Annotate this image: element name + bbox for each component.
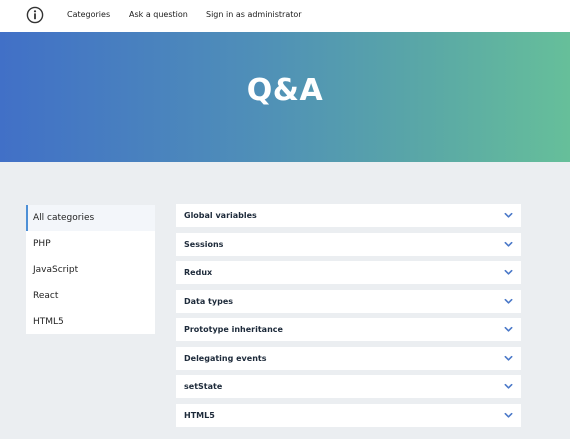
chevron-down-icon[interactable]	[504, 354, 513, 363]
chevron-down-icon[interactable]	[504, 382, 513, 391]
sidebar-item-html5[interactable]: HTML5	[26, 309, 155, 335]
question-item-redux[interactable]: Redux	[176, 261, 521, 284]
chevron-down-icon[interactable]	[504, 268, 513, 277]
question-item-global-variables[interactable]: Global variables	[176, 204, 521, 227]
question-title: Delegating events	[184, 353, 267, 363]
category-sidebar: All categories PHP JavaScript React HTML…	[26, 205, 155, 334]
sidebar-item-php[interactable]: PHP	[26, 231, 155, 257]
nav-link-ask-question[interactable]: Ask a question	[129, 10, 188, 19]
nav-link-sign-in-admin[interactable]: Sign in as administrator	[206, 10, 302, 19]
chevron-down-icon[interactable]	[504, 211, 513, 220]
sidebar-item-all-categories[interactable]: All categories	[26, 205, 155, 231]
hero-banner: Q&A	[0, 32, 570, 162]
chevron-down-icon[interactable]	[504, 240, 513, 249]
question-title: Prototype inheritance	[184, 325, 283, 334]
question-item-setstate[interactable]: setState	[176, 375, 521, 398]
info-circle-icon[interactable]	[26, 6, 44, 24]
question-title: HTML5	[184, 410, 215, 420]
chevron-down-icon[interactable]	[504, 325, 513, 334]
sidebar-item-label: All categories	[33, 213, 95, 223]
chevron-down-icon[interactable]	[504, 411, 513, 420]
question-item-delegating-events[interactable]: Delegating events	[176, 346, 521, 370]
nav-link-categories[interactable]: Categories	[67, 10, 110, 19]
sidebar-item-react[interactable]: React	[26, 283, 155, 309]
question-title: Global variables	[184, 211, 257, 220]
sidebar-item-label: React	[33, 291, 59, 301]
question-item-html5[interactable]: HTML5	[176, 403, 521, 427]
sidebar-item-label: HTML5	[33, 317, 64, 327]
sidebar-item-label: JavaScript	[33, 265, 79, 275]
question-title: Sessions	[184, 239, 224, 249]
sidebar-item-label: PHP	[33, 239, 51, 249]
question-title: Redux	[184, 268, 213, 277]
page-title: Q&A	[246, 73, 324, 108]
question-item-prototype-inheritance[interactable]: Prototype inheritance	[176, 318, 521, 341]
question-item-data-types[interactable]: Data types	[176, 289, 521, 313]
question-title: Data types	[184, 296, 233, 306]
question-item-sessions[interactable]: Sessions	[176, 232, 521, 256]
question-title: setState	[184, 382, 223, 391]
sidebar-item-javascript[interactable]: JavaScript	[26, 257, 155, 283]
top-navbar: Categories Ask a question Sign in as adm…	[0, 0, 570, 32]
chevron-down-icon[interactable]	[504, 297, 513, 306]
